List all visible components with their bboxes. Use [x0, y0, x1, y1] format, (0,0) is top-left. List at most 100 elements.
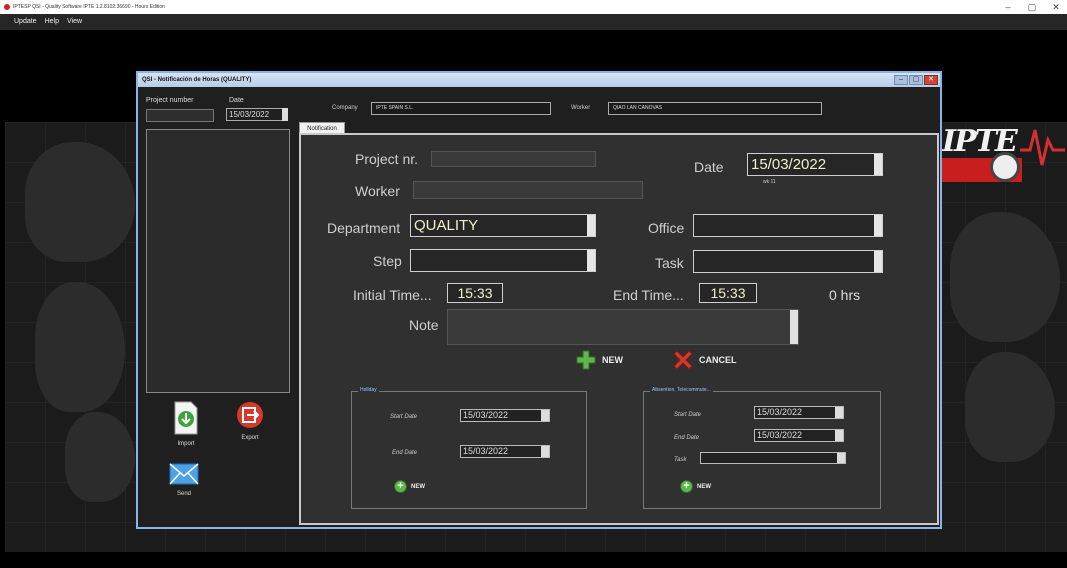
absence-group: Absention, Telecommute... Start Date 15/… [643, 387, 881, 509]
worker-label: Worker [355, 183, 400, 199]
os-titlebar: IPTESP QSI - Quality Software IPTE 1.2.8… [0, 0, 1067, 14]
initial-time-label: Initial Time... [353, 287, 432, 303]
app-logo-icon [4, 4, 10, 10]
project-number-input[interactable] [146, 109, 214, 122]
dialog-minimize-button[interactable]: – [894, 75, 908, 85]
note-label: Note [409, 317, 439, 333]
worker-input[interactable] [413, 181, 643, 199]
close-button[interactable]: ✕ [1049, 0, 1063, 14]
menubar: Update Help View [0, 14, 1067, 30]
holiday-new-button[interactable]: + NEW [394, 480, 425, 493]
import-label: Import [177, 441, 195, 447]
chevron-down-icon[interactable] [835, 407, 843, 418]
dialog-controls: – ▢ ✕ [894, 75, 938, 85]
project-number-label: Project number [146, 97, 194, 104]
pulse-line-icon [1020, 129, 1065, 166]
holiday-start-date[interactable]: 15/03/2022 [460, 409, 550, 422]
chevron-down-icon[interactable] [837, 453, 845, 463]
notification-dialog: QSI - Notificación de Horas (QUALITY) – … [136, 71, 942, 529]
step-label: Step [373, 253, 402, 269]
cancel-label: CANCEL [699, 355, 737, 365]
map-continent [25, 142, 135, 262]
project-list[interactable] [146, 129, 290, 393]
company-label: Company [332, 105, 358, 111]
absence-title: Absention, Telecommute... [650, 387, 713, 393]
worker-top-field: QIAO LAN CANOVAS [608, 102, 822, 115]
absence-new-label: NEW [697, 483, 711, 490]
red-x-icon [673, 350, 693, 370]
absence-end-date[interactable]: 15/03/2022 [754, 429, 844, 442]
export-button[interactable]: Export [230, 401, 270, 441]
brand-logo: IPTE [942, 112, 1067, 202]
absence-task-label: Task [674, 457, 687, 463]
hours-total: 0 hrs [829, 287, 861, 303]
absence-start-value: 15/03/2022 [757, 407, 803, 417]
send-button[interactable]: Send [164, 463, 204, 497]
absence-start-date[interactable]: 15/03/2022 [754, 406, 844, 419]
green-plus-icon [576, 350, 596, 370]
project-nr-input[interactable] [431, 151, 596, 167]
date-picker[interactable]: 15/03/2022 [747, 153, 883, 176]
holiday-group: Holiday Start Date 15/03/2022 End Date 1… [351, 387, 587, 509]
date-value: 15/03/2022 [751, 156, 827, 173]
absence-new-button[interactable]: + NEW [680, 480, 711, 493]
project-nr-label: Project nr. [355, 151, 419, 167]
chevron-down-icon[interactable] [282, 108, 288, 121]
menu-view[interactable]: View [67, 14, 82, 30]
envelope-icon [169, 463, 199, 485]
department-label: Department [327, 220, 401, 236]
export-icon [237, 402, 263, 428]
new-label: NEW [602, 355, 623, 365]
week-hint: wk 11 [763, 179, 776, 185]
task-label: Task [655, 255, 684, 271]
dialog-close-button[interactable]: ✕ [924, 75, 938, 85]
holiday-new-label: NEW [411, 483, 425, 490]
dialog-maximize-button[interactable]: ▢ [909, 75, 923, 85]
holiday-start-label: Start Date [390, 414, 418, 420]
new-button[interactable]: NEW [576, 350, 623, 370]
app-root: IPTESP QSI - Quality Software IPTE 1.2.8… [0, 0, 1067, 568]
left-date-label: Date [229, 97, 244, 104]
worker-top-label: Worker [571, 105, 591, 111]
note-scrollbar[interactable] [790, 310, 798, 344]
chevron-down-icon[interactable] [874, 154, 882, 175]
office-select[interactable] [693, 214, 883, 237]
end-time-label: End Time... [613, 287, 684, 303]
chevron-down-icon[interactable] [587, 215, 595, 236]
left-date-picker[interactable]: 15/03/2022 [226, 108, 288, 121]
worker-top-value: QIAO LAN CANOVAS [613, 105, 663, 111]
end-time-input[interactable]: 15:33 [699, 283, 757, 303]
brand-wordmark: IPTE [942, 124, 1018, 159]
map-continent [950, 212, 1060, 342]
menu-help[interactable]: Help [45, 14, 59, 30]
department-value: QUALITY [414, 217, 479, 234]
chevron-down-icon[interactable] [541, 410, 549, 421]
window-controls: – ▢ ✕ [1001, 0, 1063, 14]
holiday-end-date[interactable]: 15/03/2022 [460, 445, 550, 458]
chevron-down-icon[interactable] [587, 250, 595, 271]
menu-update[interactable]: Update [14, 14, 37, 30]
notification-panel: Project nr. Date 15/03/2022 wk 11 Worker… [299, 133, 939, 525]
chevron-down-icon[interactable] [541, 446, 549, 457]
task-select[interactable] [693, 250, 883, 273]
step-select[interactable] [410, 249, 596, 272]
window-title: IPTESP QSI - Quality Software IPTE 1.2.8… [13, 4, 165, 10]
absence-task-select[interactable] [700, 452, 846, 464]
dialog-title: QSI - Notificación de Horas (QUALITY) [138, 73, 940, 87]
company-value: IPTE SPAIN S.L. [376, 105, 414, 111]
cancel-button[interactable]: CANCEL [673, 350, 737, 370]
department-select[interactable]: QUALITY [410, 214, 596, 237]
chevron-down-icon[interactable] [874, 251, 882, 272]
plus-circle-icon: + [680, 480, 693, 493]
note-textarea[interactable] [447, 309, 799, 345]
holiday-end-label: End Date [392, 450, 418, 456]
minimize-button[interactable]: – [1001, 0, 1015, 14]
import-button[interactable]: Import [168, 401, 204, 447]
maximize-button[interactable]: ▢ [1025, 0, 1039, 14]
chevron-down-icon[interactable] [835, 430, 843, 441]
absence-end-label: End Date [674, 435, 700, 441]
absence-end-value: 15/03/2022 [757, 430, 803, 440]
chevron-down-icon[interactable] [874, 215, 882, 236]
send-label: Send [176, 491, 191, 497]
initial-time-input[interactable]: 15:33 [447, 283, 503, 303]
